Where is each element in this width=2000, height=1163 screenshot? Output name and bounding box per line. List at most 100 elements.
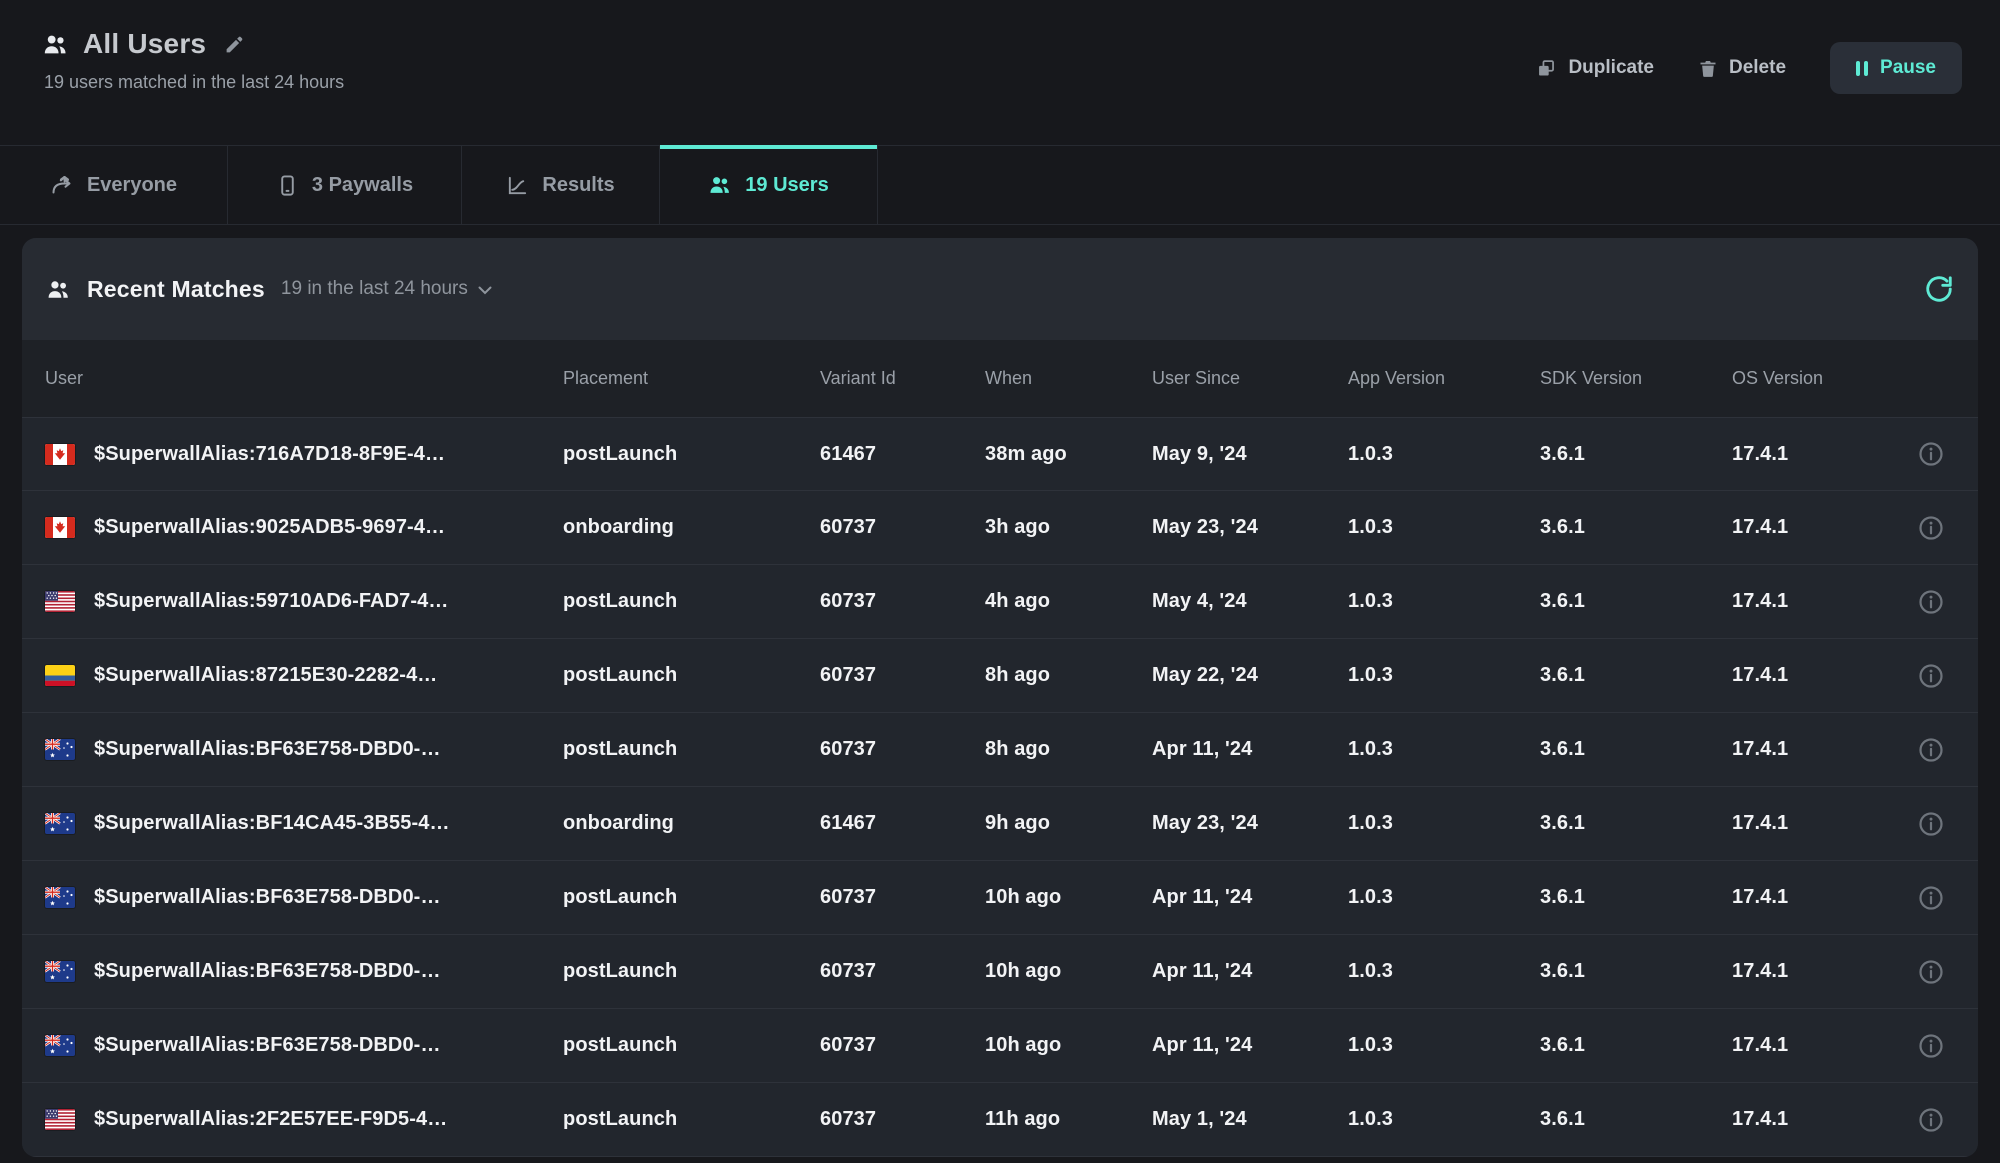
app-version-cell: 1.0.3 [1348,590,1540,613]
variant-id-cell: 60737 [820,1108,985,1131]
panel-header: Recent Matches 19 in the last 24 hours [22,238,1978,340]
variant-id-cell: 61467 [820,812,985,835]
country-flag-icon [45,813,75,834]
info-icon[interactable] [1917,440,1945,468]
col-sdk-version: SDK Version [1540,368,1732,389]
audience-arrow-icon [50,173,74,197]
table-row[interactable]: $SuperwallAlias:BF63E758-DBD0-… postLaun… [22,1009,1978,1083]
variant-id-cell: 60737 [820,886,985,909]
pause-button[interactable]: Pause [1830,42,1962,94]
country-flag-icon [45,1035,75,1056]
user-since-cell: May 1, '24 [1152,1108,1348,1131]
duplicate-button[interactable]: Duplicate [1536,57,1654,79]
tab-bar: Everyone 3 Paywalls Results 19 Users [0,145,2000,225]
info-icon[interactable] [1917,884,1945,912]
app-version-cell: 1.0.3 [1348,812,1540,835]
sdk-version-cell: 3.6.1 [1540,443,1732,466]
when-cell: 38m ago [985,443,1152,466]
when-cell: 3h ago [985,516,1152,539]
users-icon [42,31,69,58]
table-row[interactable]: $SuperwallAlias:BF63E758-DBD0-… postLaun… [22,713,1978,787]
page-subtitle: 19 users matched in the last 24 hours [44,72,344,93]
panel-title: Recent Matches [87,276,265,303]
tab-users[interactable]: 19 Users [660,146,878,224]
tab-results[interactable]: Results [462,146,660,224]
os-version-cell: 17.4.1 [1732,1034,1892,1057]
when-cell: 8h ago [985,738,1152,761]
placement-cell: postLaunch [563,443,820,466]
user-since-cell: May 23, '24 [1152,516,1348,539]
placement-cell: postLaunch [563,738,820,761]
col-placement: Placement [563,368,820,389]
info-icon[interactable] [1917,1106,1945,1134]
when-cell: 11h ago [985,1108,1152,1131]
sdk-version-cell: 3.6.1 [1540,812,1732,835]
info-icon[interactable] [1917,810,1945,838]
info-icon[interactable] [1917,1032,1945,1060]
country-flag-icon [45,591,75,612]
user-alias: $SuperwallAlias:BF14CA45-3B55-4… [94,812,450,835]
col-app-version: App Version [1348,368,1540,389]
app-version-cell: 1.0.3 [1348,1108,1540,1131]
country-flag-icon [45,961,75,982]
app-version-cell: 1.0.3 [1348,886,1540,909]
info-icon[interactable] [1917,958,1945,986]
table-row[interactable]: $SuperwallAlias:BF63E758-DBD0-… postLaun… [22,861,1978,935]
user-alias: $SuperwallAlias:BF63E758-DBD0-… [94,886,441,909]
os-version-cell: 17.4.1 [1732,516,1892,539]
user-since-cell: Apr 11, '24 [1152,886,1348,909]
info-icon[interactable] [1917,514,1945,542]
page-title: All Users [83,28,206,60]
info-icon[interactable] [1917,662,1945,690]
variant-id-cell: 60737 [820,1034,985,1057]
os-version-cell: 17.4.1 [1732,738,1892,761]
table-row[interactable]: $SuperwallAlias:9025ADB5-9697-4… onboard… [22,491,1978,565]
time-range-dropdown[interactable]: 19 in the last 24 hours [281,278,492,300]
table-body: $SuperwallAlias:716A7D18-8F9E-4… postLau… [22,417,1978,1157]
top-bar: All Users 19 users matched in the last 2… [0,0,2000,145]
users-icon [46,277,71,302]
users-icon [708,173,732,197]
os-version-cell: 17.4.1 [1732,664,1892,687]
tab-paywalls[interactable]: 3 Paywalls [228,146,462,224]
user-since-cell: May 22, '24 [1152,664,1348,687]
table-row[interactable]: $SuperwallAlias:59710AD6-FAD7-4… postLau… [22,565,1978,639]
country-flag-icon [45,665,75,686]
header-actions: Duplicate Delete Pause [1536,42,1962,94]
when-cell: 10h ago [985,886,1152,909]
tab-everyone[interactable]: Everyone [0,146,228,224]
os-version-cell: 17.4.1 [1732,1108,1892,1131]
sdk-version-cell: 3.6.1 [1540,738,1732,761]
table-row[interactable]: $SuperwallAlias:BF14CA45-3B55-4… onboard… [22,787,1978,861]
os-version-cell: 17.4.1 [1732,960,1892,983]
sdk-version-cell: 3.6.1 [1540,1108,1732,1131]
table-row[interactable]: $SuperwallAlias:716A7D18-8F9E-4… postLau… [22,417,1978,491]
info-icon[interactable] [1917,736,1945,764]
when-cell: 10h ago [985,1034,1152,1057]
col-user-since: User Since [1152,368,1348,389]
info-icon[interactable] [1917,588,1945,616]
app-version-cell: 1.0.3 [1348,738,1540,761]
delete-button[interactable]: Delete [1698,57,1786,79]
sdk-version-cell: 3.6.1 [1540,960,1732,983]
variant-id-cell: 60737 [820,664,985,687]
user-alias: $SuperwallAlias:87215E30-2282-4… [94,664,437,687]
phone-icon [276,174,299,197]
table-row[interactable]: $SuperwallAlias:BF63E758-DBD0-… postLaun… [22,935,1978,1009]
variant-id-cell: 60737 [820,590,985,613]
app-version-cell: 1.0.3 [1348,516,1540,539]
app-version-cell: 1.0.3 [1348,960,1540,983]
table-row[interactable]: $SuperwallAlias:2F2E57EE-F9D5-4… postLau… [22,1083,1978,1157]
os-version-cell: 17.4.1 [1732,812,1892,835]
user-since-cell: Apr 11, '24 [1152,1034,1348,1057]
refresh-icon[interactable] [1924,274,1954,304]
when-cell: 9h ago [985,812,1152,835]
app-version-cell: 1.0.3 [1348,1034,1540,1057]
placement-cell: postLaunch [563,1108,820,1131]
variant-id-cell: 60737 [820,516,985,539]
table-row[interactable]: $SuperwallAlias:87215E30-2282-4… postLau… [22,639,1978,713]
sdk-version-cell: 3.6.1 [1540,664,1732,687]
user-since-cell: May 23, '24 [1152,812,1348,835]
edit-pencil-icon[interactable] [224,34,245,55]
country-flag-icon [45,887,75,908]
